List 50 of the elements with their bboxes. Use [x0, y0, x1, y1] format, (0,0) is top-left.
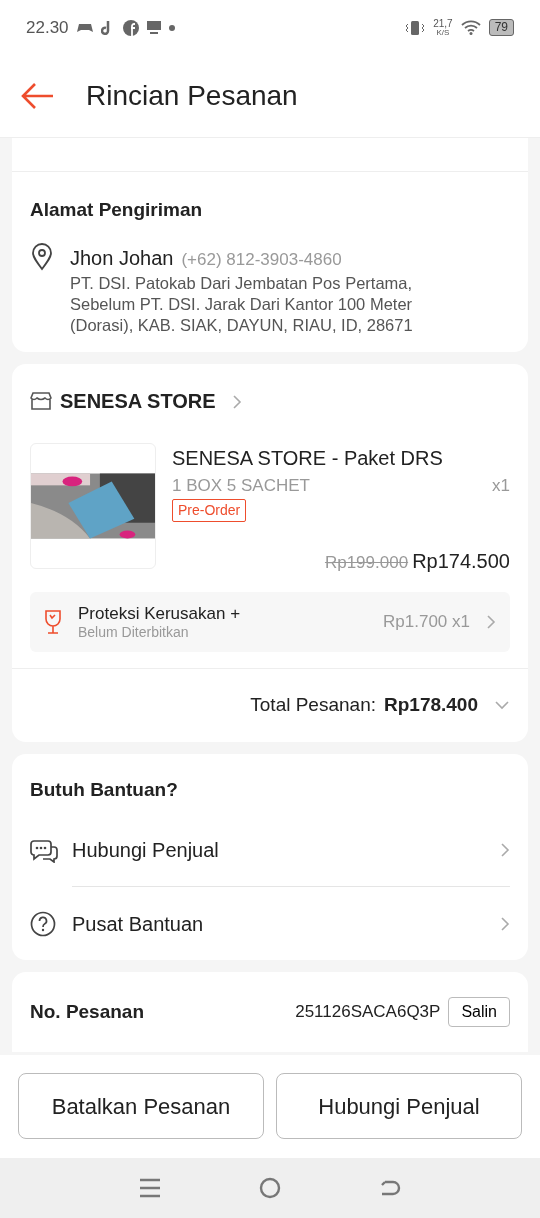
address-line: PT. DSI. Patokab Dari Jembatan Pos Pertama, — [70, 272, 413, 294]
vibrate-icon — [405, 19, 426, 36]
broken-glass-icon — [44, 608, 62, 635]
order-number-label: No. Pesanan — [30, 999, 145, 1024]
pre-order-tag: Pre-Order — [172, 499, 247, 522]
recipient-name: Jhon Johan — [70, 245, 174, 271]
chevron-icon — [231, 393, 242, 410]
help-icon — [30, 910, 56, 937]
product-variant: 1 BOX 5 SACHET — [172, 474, 310, 497]
wifi-icon — [460, 20, 481, 35]
phone-number: (+62) 812-3903-4860 — [181, 248, 342, 271]
address-line: Sebelum PT. DSI. Jarak Dari Kantor 100 Meter — [70, 293, 413, 315]
product-quantity: x1 — [492, 474, 510, 497]
help-menu-item[interactable]: Hubungi Penjual — [30, 814, 510, 888]
protection-price: Rp1.700 x1 — [383, 611, 470, 634]
circle-f-icon — [122, 19, 139, 36]
action-button[interactable]: Batalkan Pesanan — [18, 1073, 264, 1139]
help-menu-item[interactable]: Pusat Bantuan — [30, 887, 510, 961]
section-heading: Alamat Pengiriman — [30, 198, 204, 222]
total-label: Total Pesanan: — [250, 692, 376, 717]
protection-title: Proteksi Kerusakan + — [78, 604, 242, 624]
chevron-icon — [486, 613, 496, 630]
network-speed: 21,7 — [433, 18, 453, 29]
back-arrow-icon[interactable] — [20, 82, 54, 110]
speed-unit: K/S — [436, 28, 450, 37]
action-button[interactable]: Hubungi Penjual — [276, 1073, 522, 1139]
game-controller-icon — [76, 21, 93, 34]
location-pin-icon — [30, 242, 54, 271]
original-price: Rp199.000 — [324, 552, 409, 574]
page-title: Rincian Pesanan — [86, 79, 298, 113]
order-total: Rp178.400 — [384, 692, 478, 717]
address-line: (Dorasi), KAB. SIAK, DAYUN, RIAU, ID, 28671 — [70, 314, 413, 336]
clock-time: 22.30 — [26, 16, 69, 39]
product-title: SENESA STORE - Paket DRS — [172, 445, 444, 471]
chevron-icon — [500, 842, 510, 859]
copy-button[interactable]: Salin — [448, 997, 510, 1028]
section-heading: Butuh Bantuan? — [30, 777, 179, 802]
store-name[interactable]: SENESA STORE — [60, 386, 216, 416]
shop-icon — [30, 391, 52, 411]
protection-status: Belum Diterbitkan — [78, 623, 190, 640]
chevron-icon — [500, 915, 510, 932]
chat-bubbles-icon — [30, 839, 58, 863]
dot-icon — [168, 24, 175, 31]
battery-indicator: 79 — [488, 19, 514, 36]
product-price: Rp174.500 — [412, 549, 510, 574]
home-icon[interactable] — [259, 1177, 281, 1199]
monitor-icon — [146, 21, 161, 34]
order-number: 251126SACA6Q3P — [295, 1001, 441, 1024]
menu-icon[interactable] — [139, 1177, 161, 1199]
chevron-down-icon[interactable] — [494, 700, 510, 711]
